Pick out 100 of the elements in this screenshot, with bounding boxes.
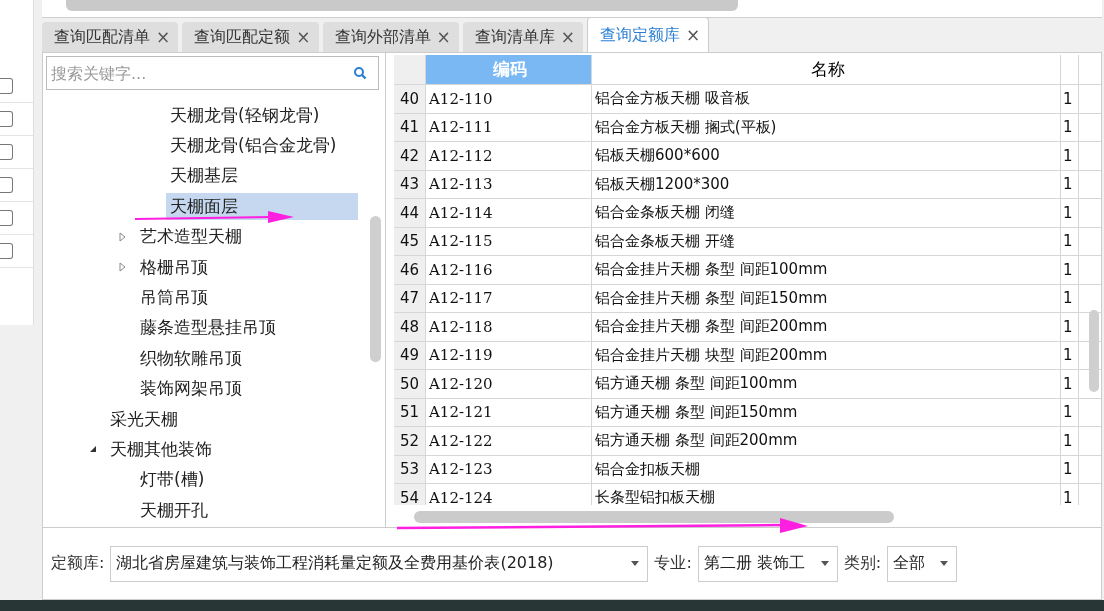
table-cell: 1 xyxy=(1061,142,1079,170)
row-number: 40 xyxy=(394,85,426,113)
filter-label: 类别: xyxy=(843,553,882,574)
tree-item[interactable]: 采光天棚 xyxy=(106,405,182,433)
checkbox[interactable] xyxy=(0,111,13,127)
table-cell: 铝板天棚600*600 xyxy=(592,142,1061,170)
row-number: 47 xyxy=(394,284,426,312)
tree-item[interactable]: 天棚其他装饰 xyxy=(106,436,216,463)
scrollbar[interactable] xyxy=(66,0,738,11)
tree-item[interactable]: 织物软雕吊顶 xyxy=(136,344,246,372)
tree-item[interactable]: 天棚龙骨(轻钢龙骨) xyxy=(166,101,324,129)
checkbox[interactable] xyxy=(0,210,13,226)
table-cell: 1 xyxy=(1061,227,1079,255)
table-cell: 铝方通天棚 条型 间距200mm xyxy=(592,427,1061,455)
table-cell: 1 xyxy=(1061,398,1079,426)
caret-icon xyxy=(631,561,640,566)
table-cell: 铝合金挂片天棚 条型 间距100mm xyxy=(592,256,1061,284)
tree-item[interactable]: 天棚面层 xyxy=(166,192,358,220)
table-cell: A12-123 xyxy=(426,455,592,483)
table-cell: 铝合金方板天棚 搁式(平板) xyxy=(592,113,1061,141)
tab[interactable]: 查询匹配清单 × xyxy=(42,22,179,52)
table-cell: 铝方通天棚 条型 间距150mm xyxy=(592,398,1061,426)
table-cell: 1 xyxy=(1061,484,1079,505)
filter-label: 专业: xyxy=(654,553,692,574)
scrollbar[interactable] xyxy=(370,216,381,362)
tab[interactable]: 查询匹配定额 × xyxy=(182,22,319,52)
tree-item[interactable]: 天棚龙骨(铝合金龙骨) xyxy=(166,132,341,160)
scrollbar[interactable] xyxy=(414,511,894,523)
collapse-icon[interactable] xyxy=(88,444,98,455)
table-cell: 铝方通天棚 条型 间距100mm xyxy=(592,370,1061,398)
table-cell: A12-118 xyxy=(426,313,592,341)
dropdown[interactable]: 第二册 装饰工 xyxy=(697,545,838,582)
table-cell: 1 xyxy=(1061,455,1079,483)
table-cell: A12-113 xyxy=(426,170,592,198)
table-cell: 铝合金条板天棚 闭缝 xyxy=(592,199,1061,227)
search-field[interactable]: 搜索关键字... xyxy=(46,56,379,90)
row-number: 43 xyxy=(394,170,426,198)
table-cell: 1 xyxy=(1061,170,1079,198)
table-cell: A12-111 xyxy=(426,113,592,141)
tab[interactable]: 查询清单库 × xyxy=(462,22,583,52)
table-cell: A12-110 xyxy=(426,85,592,113)
close-icon[interactable]: × xyxy=(560,27,575,47)
tab[interactable]: 查询外部清单 × xyxy=(322,22,459,52)
tree-item[interactable]: 天棚开孔 xyxy=(136,496,212,524)
row-number: 46 xyxy=(394,256,426,284)
tree-item[interactable]: 装饰网架吊顶 xyxy=(136,375,246,403)
row-number: 45 xyxy=(394,227,426,255)
search-icon[interactable] xyxy=(353,66,367,80)
table-cell: 铝合金方板天棚 吸音板 xyxy=(592,85,1061,113)
row-number: 52 xyxy=(394,427,426,455)
filter-label: 定额库: xyxy=(51,553,105,574)
table-cell: 铝合金挂片天棚 条型 间距150mm xyxy=(592,284,1061,312)
dropdown[interactable]: 全部 xyxy=(887,545,958,582)
column-header[interactable]: 名称 xyxy=(592,55,1061,84)
table-cell: A12-115 xyxy=(426,227,592,255)
row-number: 42 xyxy=(394,142,426,170)
table-cell: 铝合金扣板天棚 xyxy=(592,455,1061,483)
table-cell: 1 xyxy=(1061,313,1079,341)
close-icon[interactable]: × xyxy=(436,27,451,47)
tree-item[interactable]: 格栅吊顶 xyxy=(136,253,212,281)
scrollbar[interactable] xyxy=(1089,310,1099,392)
tree-item[interactable]: 灯带(槽) xyxy=(136,466,209,494)
tab[interactable]: 查询定额库 × xyxy=(587,17,710,52)
table-cell: A12-112 xyxy=(426,142,592,170)
tree-item[interactable]: 天棚基层 xyxy=(166,162,242,190)
table-cell: 1 xyxy=(1061,199,1079,227)
dropdown[interactable]: 湖北省房屋建筑与装饰工程消耗量定额及全费用基价表(2018) xyxy=(110,545,649,582)
row-number: 51 xyxy=(394,398,426,426)
checkbox[interactable] xyxy=(0,243,13,259)
table-cell: A12-116 xyxy=(426,256,592,284)
tree-item[interactable]: 吊筒吊顶 xyxy=(136,284,212,312)
close-icon[interactable]: × xyxy=(296,27,311,47)
row-number: 41 xyxy=(394,113,426,141)
table-cell: 1 xyxy=(1061,341,1079,369)
table-cell: A12-120 xyxy=(426,370,592,398)
caret-icon xyxy=(940,561,949,566)
row-number: 53 xyxy=(394,455,426,483)
close-icon[interactable]: × xyxy=(156,27,171,47)
table-cell: 铝合金挂片天棚 条型 间距200mm xyxy=(592,313,1061,341)
expand-icon[interactable] xyxy=(118,231,128,242)
checkbox[interactable] xyxy=(0,78,13,94)
row-number: 48 xyxy=(394,313,426,341)
expand-icon[interactable] xyxy=(118,262,128,273)
table-cell: 1 xyxy=(1061,113,1079,141)
table-cell: A12-119 xyxy=(426,341,592,369)
table-cell: A12-114 xyxy=(426,199,592,227)
table-cell: 1 xyxy=(1061,370,1079,398)
tree-item[interactable]: 艺术造型天棚 xyxy=(136,223,246,251)
table-cell: 1 xyxy=(1061,284,1079,312)
row-number: 54 xyxy=(394,484,426,505)
checkbox[interactable] xyxy=(0,144,13,160)
tree-item[interactable]: 藤条造型悬挂吊顶 xyxy=(136,314,280,342)
close-icon[interactable]: × xyxy=(686,25,701,45)
row-number: 44 xyxy=(394,199,426,227)
table-cell: 1 xyxy=(1061,427,1079,455)
table-cell: A12-122 xyxy=(426,427,592,455)
checkbox[interactable] xyxy=(0,177,13,193)
table-cell: 铝合金挂片天棚 块型 间距200mm xyxy=(592,341,1061,369)
table-cell: 1 xyxy=(1061,85,1079,113)
table-cell: 1 xyxy=(1061,256,1079,284)
